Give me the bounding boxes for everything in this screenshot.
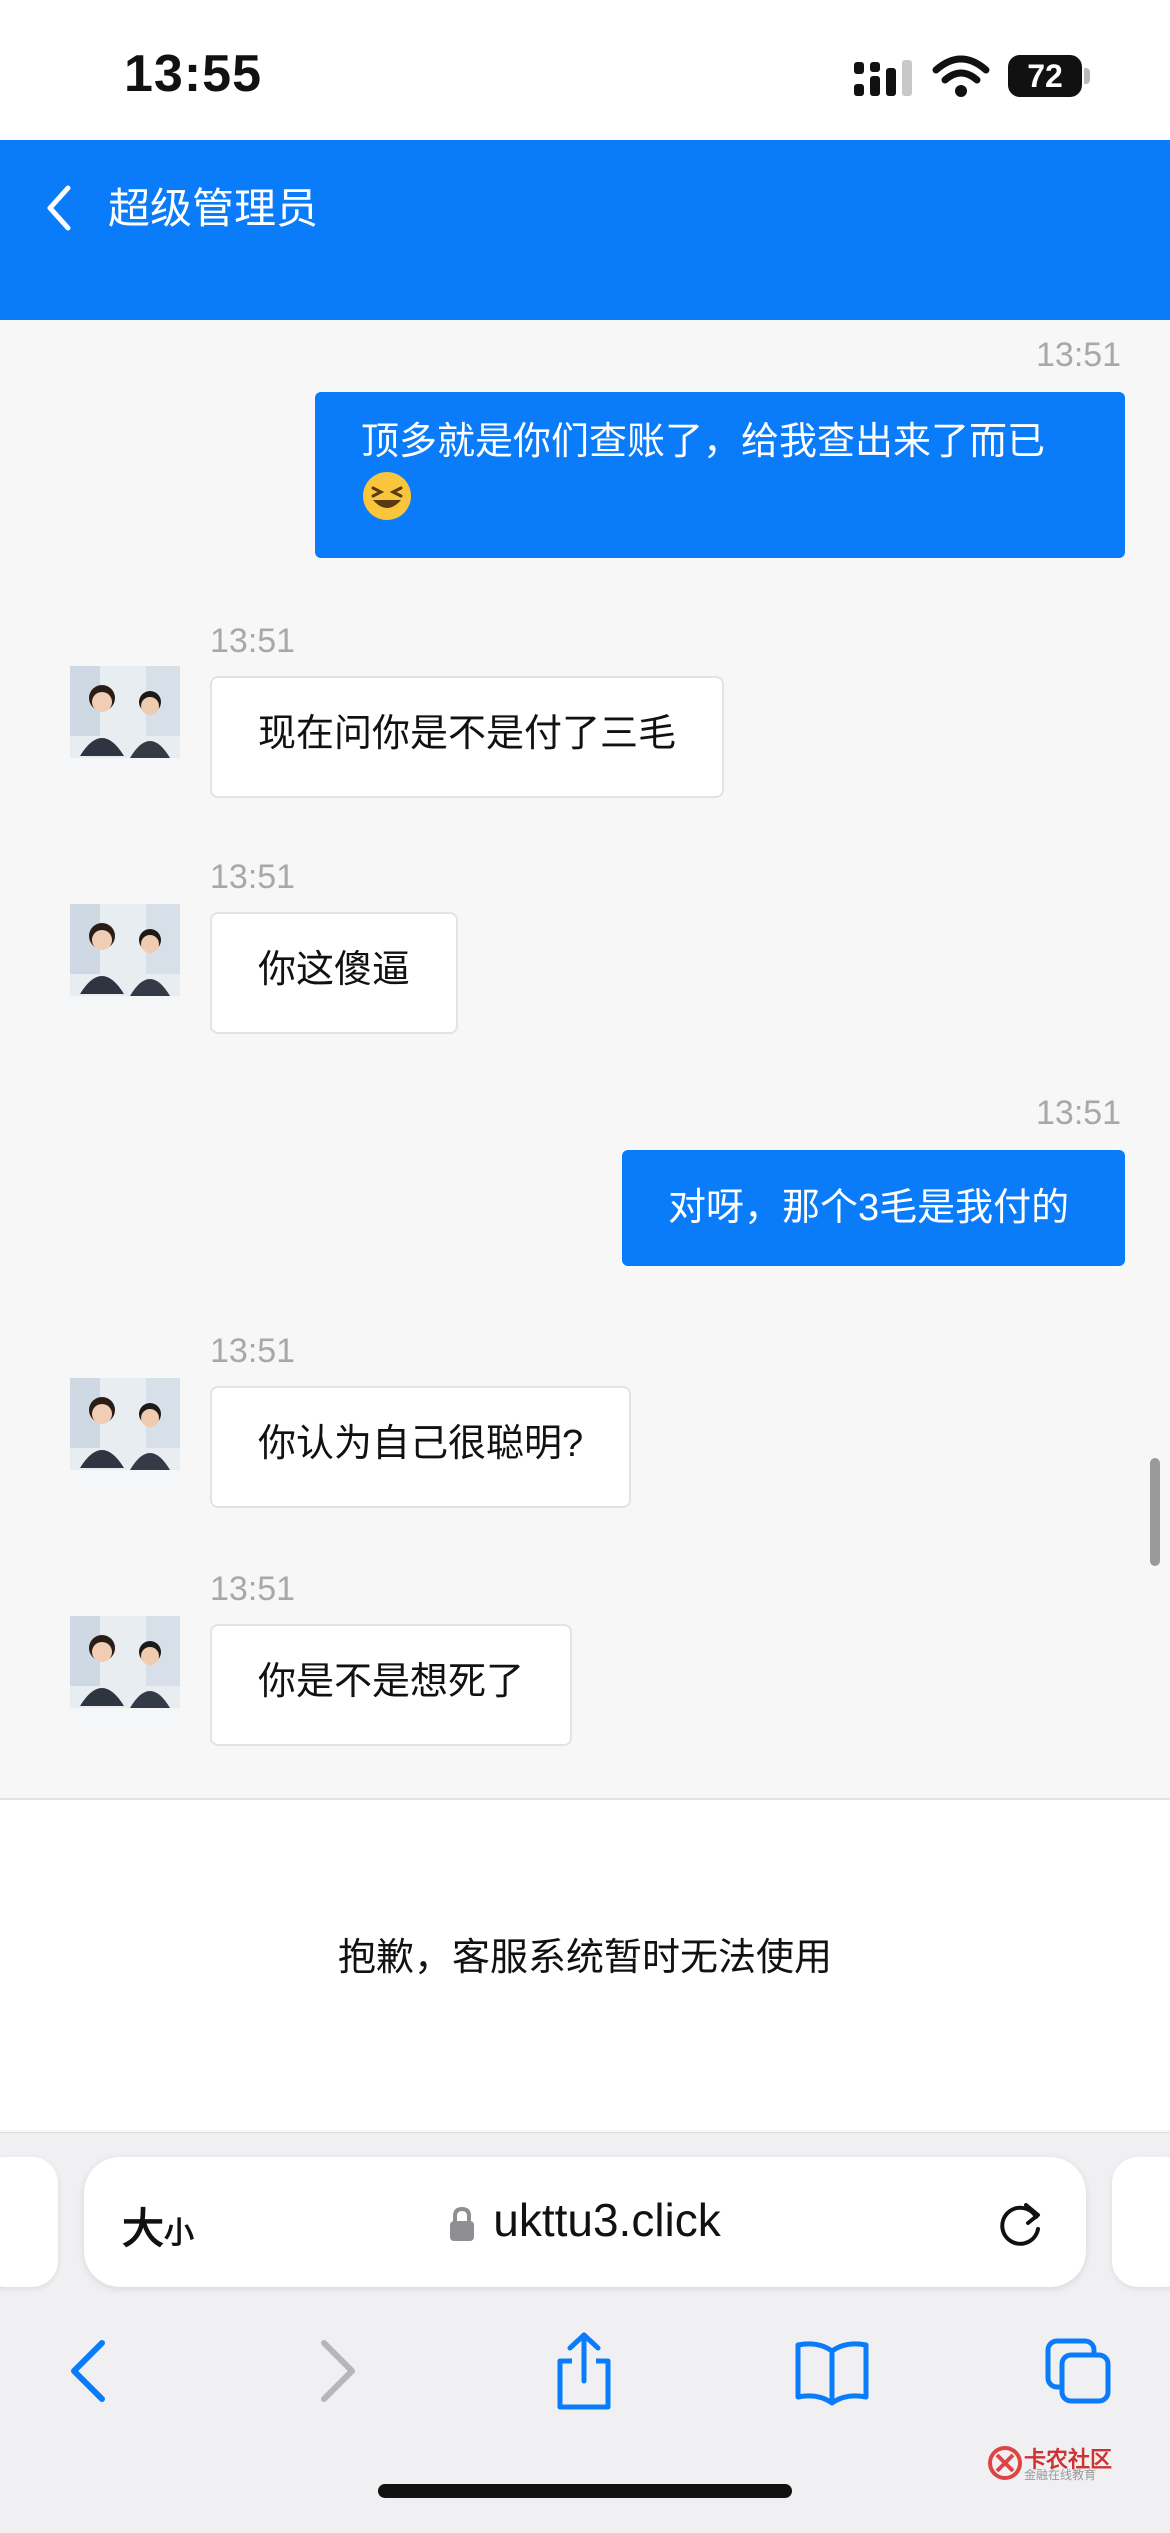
chat-message-list[interactable]: 13:51 顶多就是你们查账了，给我查出来了而已 13:51 现在问你是不是付了…	[0, 320, 1170, 1798]
message-bubble-received[interactable]: 你这傻逼	[210, 912, 459, 1034]
message-bubble-sent[interactable]: 对呀，那个3毛是我付的	[622, 1150, 1125, 1266]
wifi-icon	[932, 55, 990, 97]
next-tab-peek[interactable]	[1112, 2157, 1170, 2287]
laughing-emoji-icon	[363, 471, 411, 520]
watermark-icon	[988, 2446, 1022, 2480]
share-icon[interactable]	[548, 2331, 620, 2411]
message-time: 13:51	[210, 622, 296, 660]
back-chevron-icon[interactable]	[40, 178, 80, 238]
service-notice: 抱歉，客服系统暂时无法使用	[0, 1800, 1170, 2130]
tabs-icon[interactable]	[1042, 2331, 1114, 2411]
battery-icon: 72	[1008, 55, 1090, 97]
battery-level: 72	[1008, 55, 1082, 97]
url-display[interactable]: ukttu3.click	[84, 2193, 1086, 2247]
previous-tab-peek[interactable]	[0, 2157, 58, 2287]
message-text: 顶多就是你们查账了，给我查出来了而已	[361, 421, 1046, 463]
url-text: ukttu3.click	[493, 2194, 721, 2246]
agent-avatar	[70, 904, 180, 1014]
message-time: 13:51	[210, 1332, 296, 1370]
message-time: 13:51	[210, 1570, 296, 1608]
bookmarks-icon[interactable]	[794, 2331, 870, 2411]
scrollbar[interactable]	[1150, 1458, 1160, 1566]
status-bar: 13:55 72	[0, 0, 1170, 140]
notice-text: 抱歉，客服系统暂时无法使用	[337, 1937, 832, 1979]
agent-avatar	[70, 1616, 180, 1726]
address-bar[interactable]: 大小 ukttu3.click	[84, 2157, 1086, 2287]
chat-header: 超级管理员	[0, 140, 1170, 320]
message-bubble-received[interactable]: 你认为自己很聪明?	[210, 1386, 632, 1508]
message-time: 13:51	[1036, 336, 1122, 374]
agent-avatar	[70, 1378, 180, 1488]
message-bubble-sent[interactable]: 顶多就是你们查账了，给我查出来了而已	[315, 392, 1125, 558]
message-bubble-received[interactable]: 现在问你是不是付了三毛	[210, 676, 725, 798]
lock-icon	[450, 2206, 475, 2241]
back-icon[interactable]	[52, 2331, 124, 2411]
message-time: 13:51	[210, 858, 296, 896]
reload-icon[interactable]	[992, 2195, 1048, 2251]
signal-icon	[854, 60, 912, 96]
status-time: 13:55	[124, 45, 262, 103]
watermark-tagline: 金融在线教育	[1024, 2468, 1097, 2482]
watermark-logo: 卡农社区 金融在线教育	[988, 2442, 1158, 2486]
message-time: 13:51	[1036, 1094, 1122, 1132]
message-bubble-received[interactable]: 你是不是想死了	[210, 1624, 573, 1746]
home-indicator[interactable]	[378, 2484, 792, 2498]
agent-avatar	[70, 666, 180, 776]
chat-title: 超级管理员	[108, 185, 319, 232]
forward-icon[interactable]	[302, 2331, 374, 2411]
